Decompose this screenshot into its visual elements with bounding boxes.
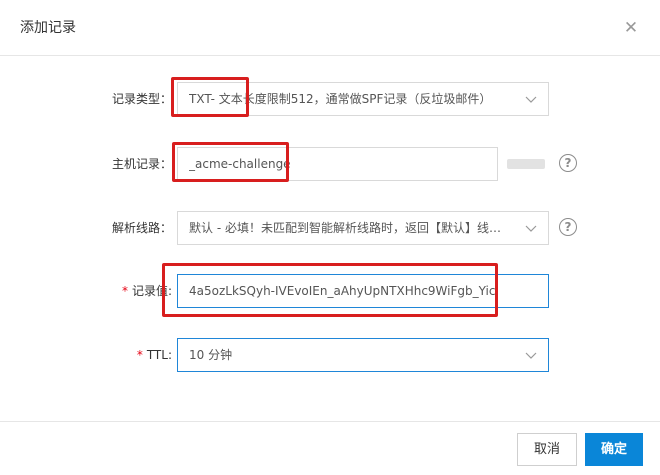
cancel-button[interactable]: 取消 — [517, 433, 577, 466]
required-mark: * — [121, 284, 128, 298]
question-circle-icon[interactable]: ? — [559, 154, 577, 172]
line-row: 解析线路： 默认 - 必填！未匹配到智能解析线路时，返回【默认】线路... ? — [0, 211, 660, 245]
highlight-record-type — [171, 77, 249, 117]
ttl-value: 10 分钟 — [189, 348, 233, 362]
close-icon[interactable]: ✕ — [620, 17, 642, 39]
dialog-header: 添加记录 ✕ — [0, 0, 660, 56]
domain-suffix-redacted — [507, 159, 545, 169]
highlight-host — [172, 142, 289, 182]
add-record-dialog: 添加记录 ✕ 记录类型： TXT- 文本长度限制512，通常做SPF记录（反垃圾… — [0, 0, 660, 474]
chevron-down-icon — [525, 96, 537, 103]
chevron-down-icon — [525, 225, 537, 232]
host-label: 主机记录： — [111, 157, 172, 171]
line-value: 默认 - 必填！未匹配到智能解析线路时，返回【默认】线路... — [189, 221, 512, 235]
highlight-record-value — [162, 263, 498, 317]
line-select[interactable]: 默认 - 必填！未匹配到智能解析线路时，返回【默认】线路... — [177, 211, 549, 245]
host-row: 主机记录： _acme-challenge ? — [0, 147, 660, 181]
dialog-footer: 取消 确定 — [0, 421, 660, 475]
record-type-row: 记录类型： TXT- 文本长度限制512，通常做SPF记录（反垃圾邮件） — [0, 82, 660, 116]
dialog-title: 添加记录 — [20, 20, 76, 36]
ttl-select[interactable]: 10 分钟 — [177, 338, 549, 372]
ttl-label: TTL: — [146, 348, 172, 362]
ttl-label-wrap: * TTL: — [137, 338, 172, 372]
ttl-row: * TTL: 10 分钟 — [0, 338, 660, 372]
confirm-button[interactable]: 确定 — [585, 433, 643, 466]
chevron-down-icon — [525, 352, 537, 359]
question-circle-icon[interactable]: ? — [559, 218, 577, 236]
line-label: 解析线路： — [111, 221, 172, 235]
record-type-label: 记录类型： — [111, 92, 172, 106]
required-mark: * — [136, 348, 143, 362]
